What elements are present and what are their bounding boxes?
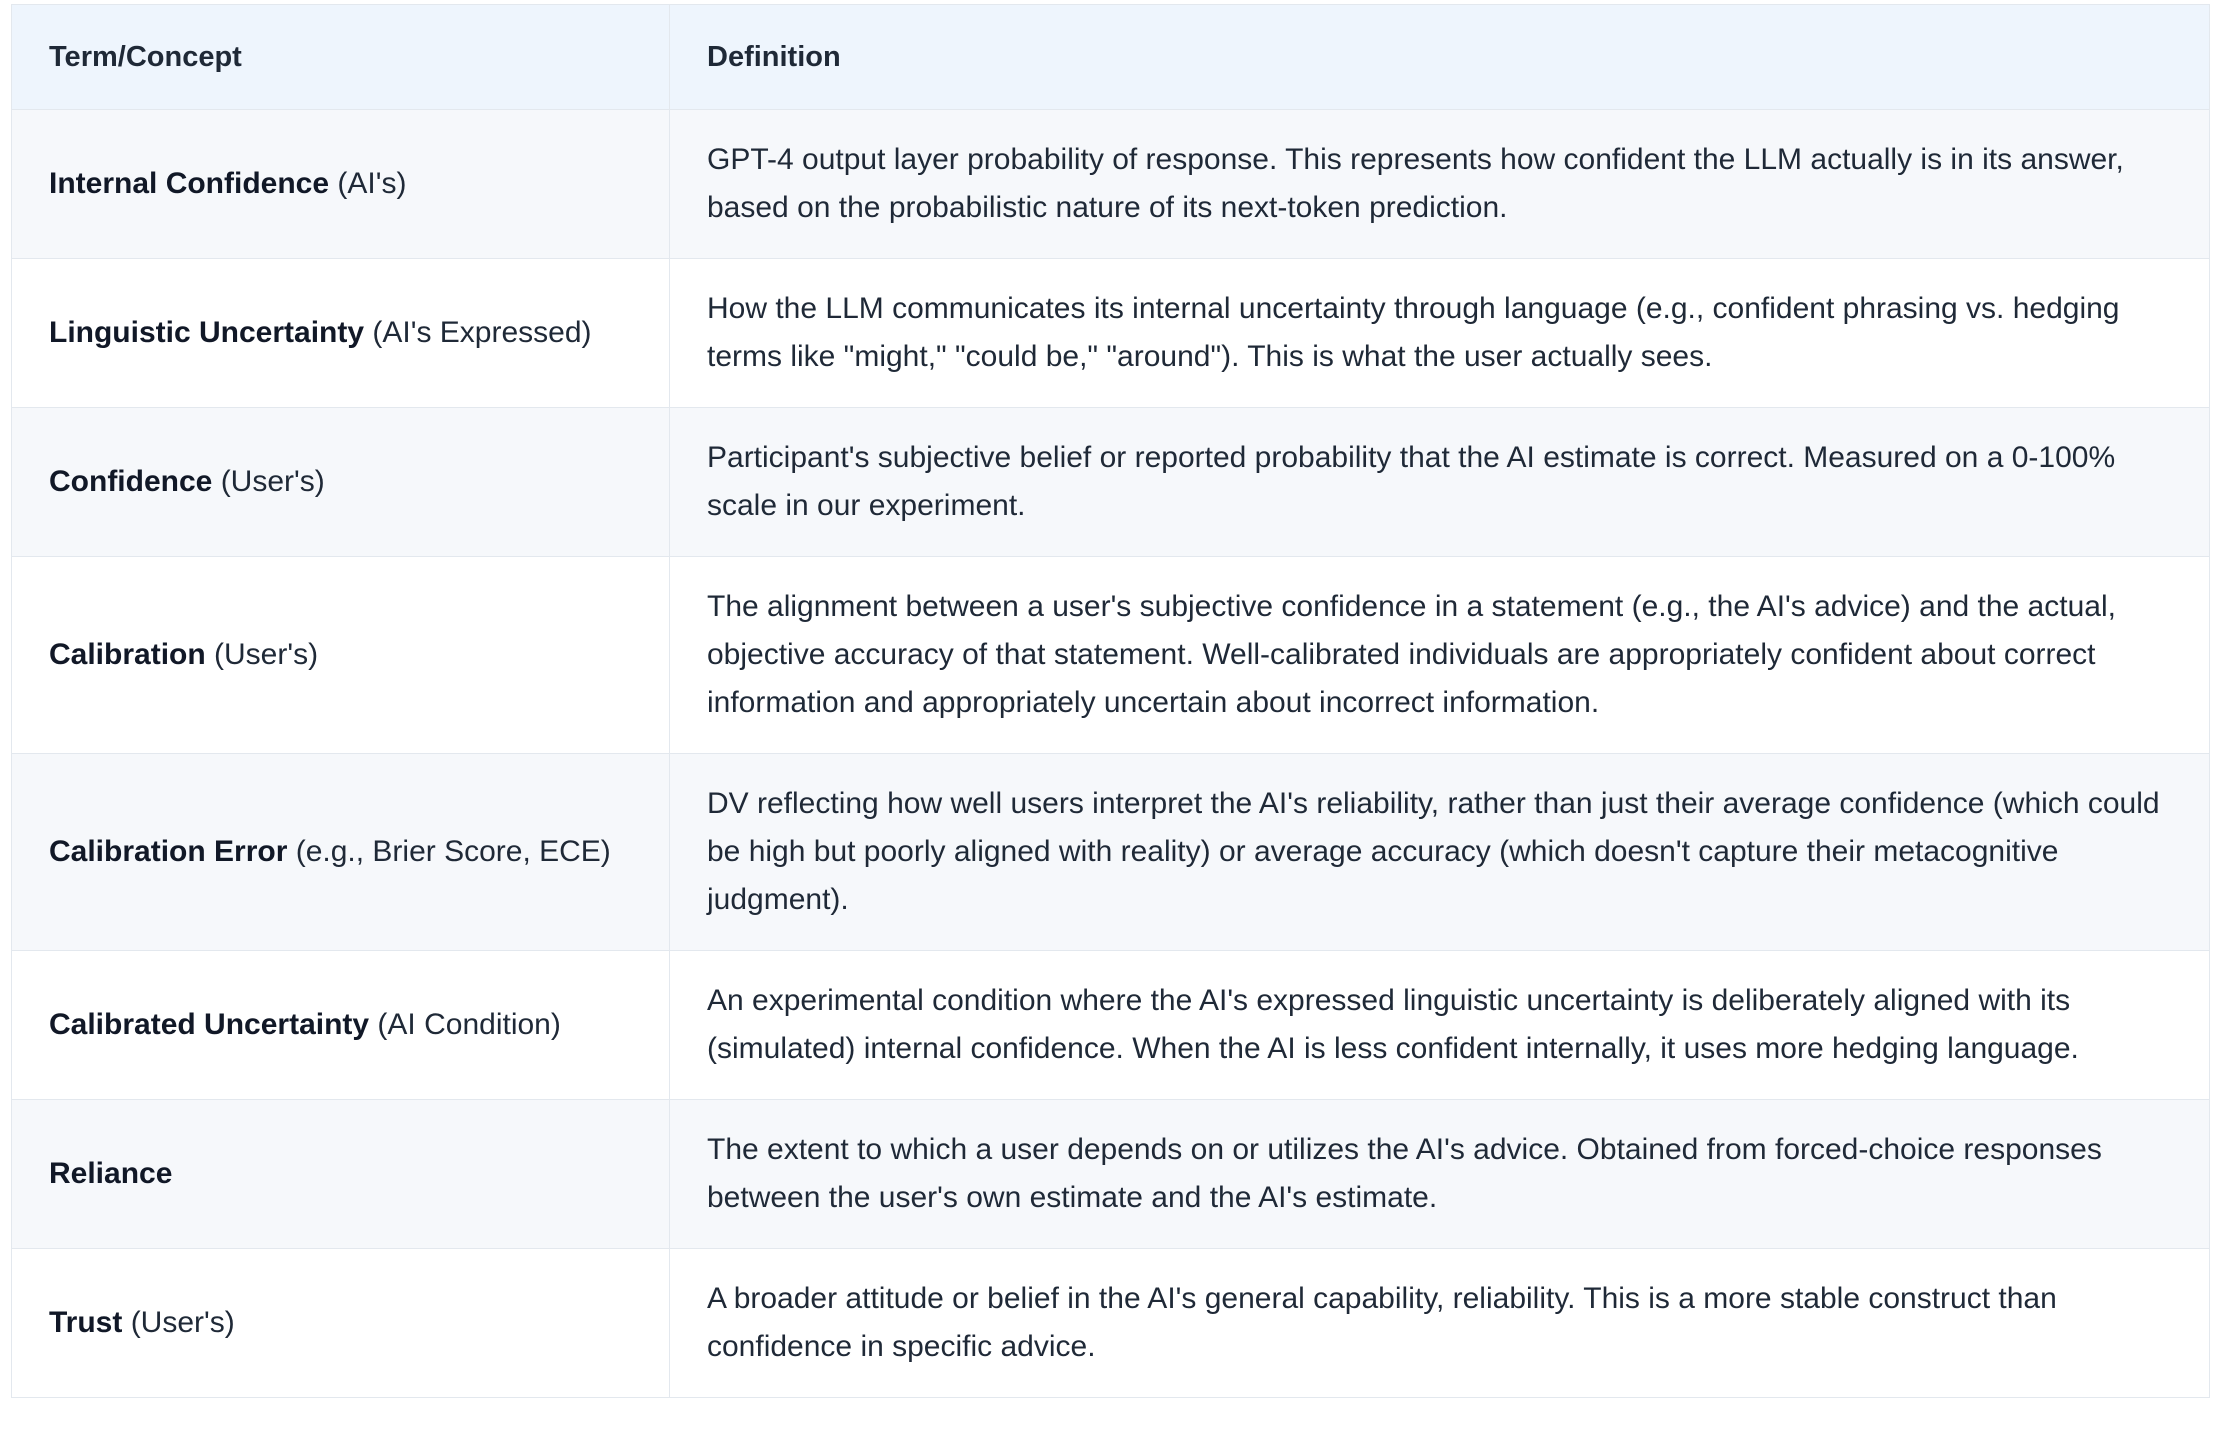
table-row: Confidence (User's) Participant's subjec… <box>11 407 2210 557</box>
table-row: Trust (User's) A broader attitude or bel… <box>11 1248 2210 1398</box>
table-row: Calibration (User's) The alignment betwe… <box>11 556 2210 754</box>
term-qualifier: (AI's Expressed) <box>364 316 592 349</box>
column-header-term: Term/Concept <box>11 4 670 110</box>
term-qualifier: (User's) <box>212 465 325 498</box>
term-cell: Calibration (User's) <box>11 556 670 754</box>
term-cell: Linguistic Uncertainty (AI's Expressed) <box>11 258 670 408</box>
definition-cell: GPT-4 output layer probability of respon… <box>669 109 2210 259</box>
table-row: Reliance The extent to which a user depe… <box>11 1099 2210 1249</box>
term-name: Linguistic Uncertainty <box>49 316 365 349</box>
term-name: Calibration Error <box>49 835 288 868</box>
term-qualifier: (e.g., Brier Score, ECE) <box>287 835 611 868</box>
term-qualifier: (AI Condition) <box>369 1008 561 1041</box>
table-row: Calibration Error (e.g., Brier Score, EC… <box>11 753 2210 951</box>
term-cell: Calibrated Uncertainty (AI Condition) <box>11 950 670 1100</box>
definition-cell: The alignment between a user's subjectiv… <box>669 556 2210 754</box>
term-name: Internal Confidence <box>49 167 330 200</box>
term-cell: Reliance <box>11 1099 670 1249</box>
term-name: Confidence <box>49 465 213 498</box>
term-cell: Internal Confidence (AI's) <box>11 109 670 259</box>
glossary-table: Term/Concept Definition Internal Confide… <box>11 4 2210 1398</box>
glossary-table-container: Term/Concept Definition Internal Confide… <box>11 4 2210 1398</box>
term-qualifier: (User's) <box>122 1306 235 1339</box>
term-name: Trust <box>49 1306 123 1339</box>
term-cell: Calibration Error (e.g., Brier Score, EC… <box>11 753 670 951</box>
column-header-definition: Definition <box>669 4 2210 110</box>
term-name: Calibration <box>49 638 206 671</box>
term-qualifier: (User's) <box>205 638 319 671</box>
table-body: Internal Confidence (AI's) GPT-4 output … <box>11 109 2210 1398</box>
definition-cell: An experimental condition where the AI's… <box>669 950 2210 1100</box>
table-row: Linguistic Uncertainty (AI's Expressed) … <box>11 258 2210 408</box>
term-qualifier: (AI's) <box>329 167 407 200</box>
table-row: Internal Confidence (AI's) GPT-4 output … <box>11 109 2210 259</box>
definition-cell: How the LLM communicates its internal un… <box>669 258 2210 408</box>
term-cell: Confidence (User's) <box>11 407 670 557</box>
table-header: Term/Concept Definition <box>11 4 2210 110</box>
header-row: Term/Concept Definition <box>11 4 2210 110</box>
definition-cell: DV reflecting how well users interpret t… <box>669 753 2210 951</box>
term-name: Calibrated Uncertainty <box>49 1008 370 1041</box>
definition-cell: The extent to which a user depends on or… <box>669 1099 2210 1249</box>
definition-cell: Participant's subjective belief or repor… <box>669 407 2210 557</box>
term-cell: Trust (User's) <box>11 1248 670 1398</box>
term-name: Reliance <box>49 1157 173 1190</box>
definition-cell: A broader attitude or belief in the AI's… <box>669 1248 2210 1398</box>
table-row: Calibrated Uncertainty (AI Condition) An… <box>11 950 2210 1100</box>
